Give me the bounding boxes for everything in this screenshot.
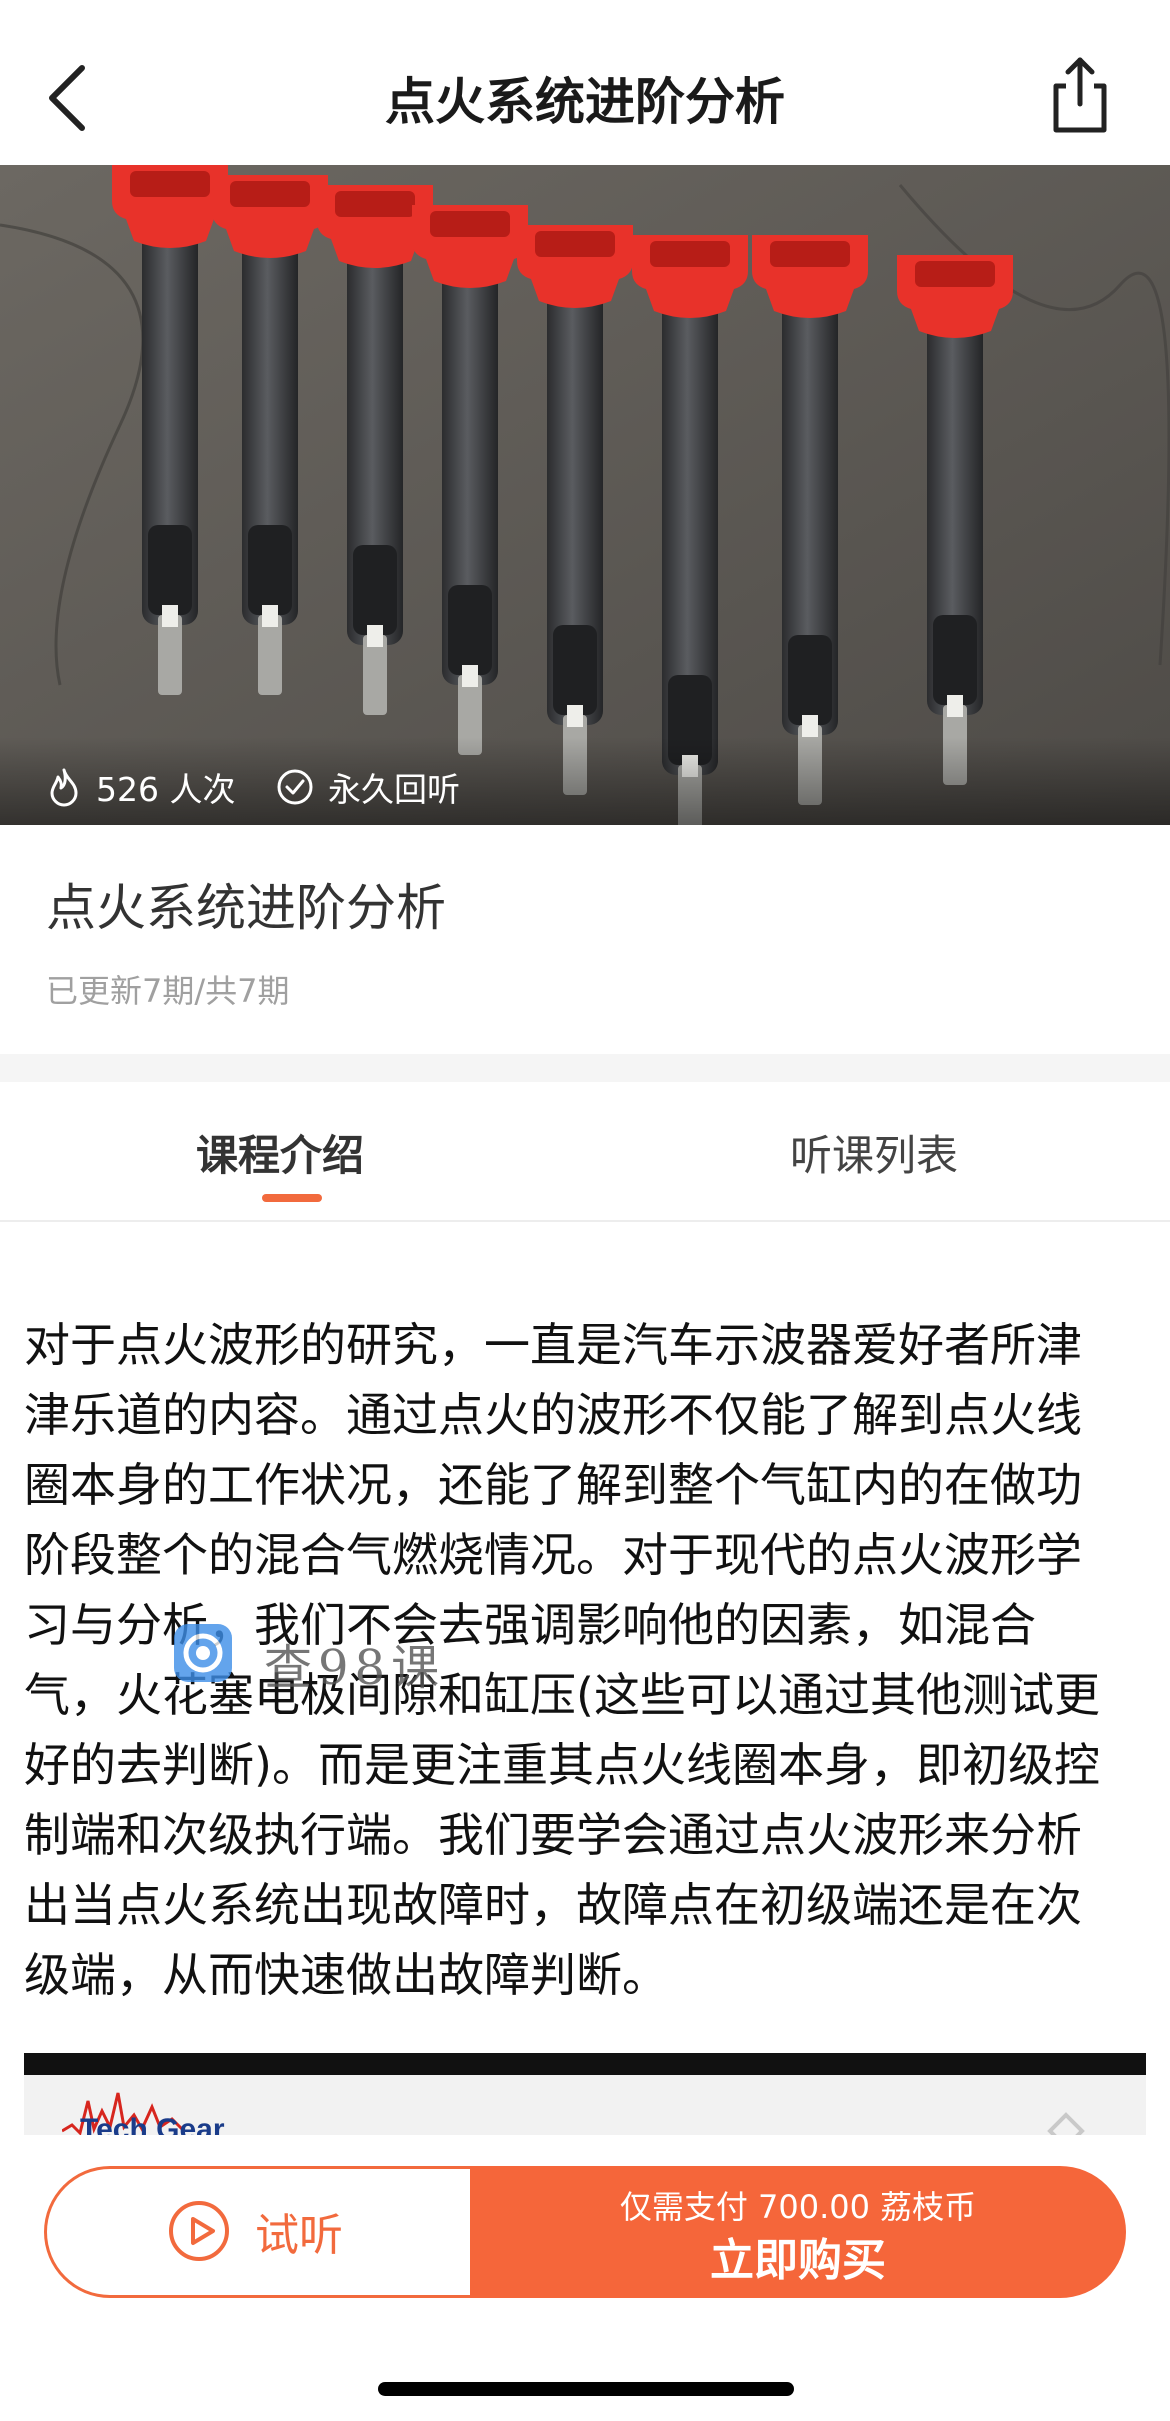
section-divider [0,1054,1170,1082]
flame-icon [50,768,78,807]
buy-now-button[interactable]: 仅需支付 700.00 荔枝币 立即购买 [470,2166,1126,2298]
tab-course-intro[interactable]: 课程介绍 [196,1122,364,1183]
trial-listen-content: 试听 [167,2199,343,2263]
watermark: 查98课 [172,1624,446,1698]
watermark-logo-icon [174,1624,232,1682]
nav-header: 点火系统进阶分析 [0,0,1170,165]
ignition-coils-photo [0,165,1170,825]
trial-listen-button[interactable]: 试听 [44,2166,470,2298]
description-line: 级端，从而快速做出故障判断。 [24,1948,668,2002]
back-button[interactable] [40,58,100,138]
check-circle-icon [277,769,313,805]
trial-listen-label: 试听 [255,2210,343,2261]
bottom-action-bar: 试听 仅需支付 700.00 荔枝币 立即购买 [0,2135,1170,2421]
page-title: 点火系统进阶分析 [385,73,785,131]
active-tab-indicator [262,1194,322,1202]
lifetime-label: 永久回听 [328,770,460,809]
watermark-text: 查98课 [264,1640,446,1696]
views-count: 526 人次 [96,770,236,809]
tab-bar: 课程介绍 听课列表 [0,1082,1170,1222]
tab-lesson-list[interactable]: 听课列表 [790,1122,958,1183]
buy-price-text: 仅需支付 700.00 荔枝币 [619,2188,977,2226]
buy-now-label: 立即购买 [710,2235,886,2286]
description-line: 津乐道的内容。通过点火的波形不仅能了解到点火线 [24,1388,1082,1442]
description-line: 好的去判断)。而是更注重其点火线圈本身，即初级控 [24,1738,1100,1792]
lifetime-stat: 永久回听 [276,763,460,811]
cover-image: 526 人次 永久回听 [0,165,1170,825]
description-line: 出当点火系统出现故障时，故障点在初级端还是在次 [24,1878,1082,1932]
home-indicator [378,2382,794,2396]
chevron-left-icon [49,65,85,131]
share-icon [1053,57,1107,133]
cover-stats-bar: 526 人次 永久回听 [0,737,1170,825]
description-line: 阶段整个的混合气燃烧情况。对于现代的点火波形学 [24,1528,1082,1582]
description-line: 圈本身的工作状况，还能了解到整个气缸内的在做功 [24,1458,1082,1512]
description-line: 制端和次级执行端。我们要学会通过点火波形来分析 [24,1808,1082,1862]
share-button[interactable] [1048,52,1112,136]
play-circle-icon [169,2201,229,2261]
course-title: 点火系统进阶分析 [46,879,446,937]
description-line: 对于点火波形的研究，一直是汽车示波器爱好者所津 [24,1318,1082,1372]
course-update-count: 已更新7期/共7期 [46,972,290,1010]
views-stat: 526 人次 [46,763,235,811]
